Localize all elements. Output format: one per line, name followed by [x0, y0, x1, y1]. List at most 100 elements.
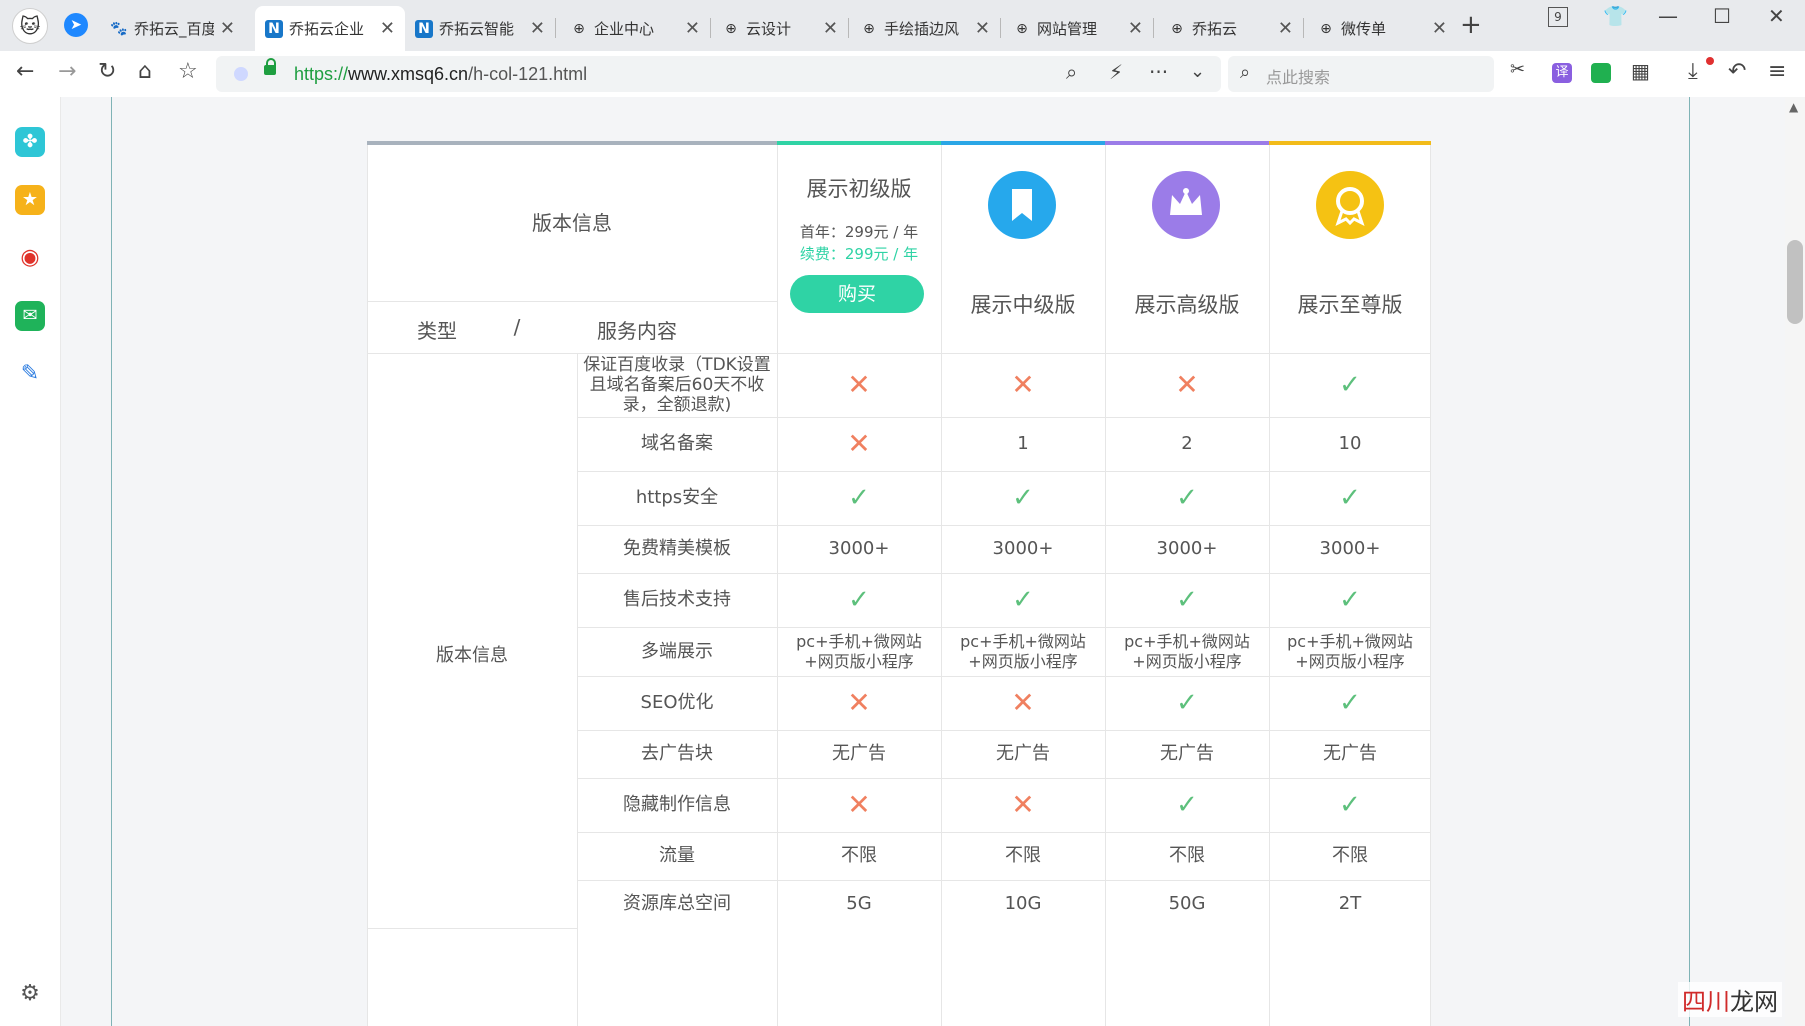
- header-divider: [367, 353, 777, 354]
- undo-close-tab-icon[interactable]: ↶: [1728, 59, 1746, 84]
- page-viewport: 版本信息 类型 / 服务内容 展示初级版 首年：299元 / 年 续费：299元…: [61, 97, 1785, 1026]
- note-icon[interactable]: ✎: [15, 359, 45, 389]
- url-text[interactable]: https://www.xmsq6.cn/h-col-121.html: [294, 64, 587, 85]
- tab-1[interactable]: N 乔拓云企业 ✕: [255, 6, 405, 51]
- value-cell: 10: [1338, 433, 1362, 454]
- scissors-icon[interactable]: ✂: [1510, 59, 1525, 80]
- mail-icon[interactable]: ✉: [15, 301, 45, 331]
- globe-icon: ⊕: [1016, 20, 1028, 37]
- url-path: /h-col-121.html: [468, 64, 588, 84]
- more-icon[interactable]: ···: [1149, 60, 1168, 84]
- search-box[interactable]: ⌕ 点此搜索: [1228, 56, 1494, 92]
- value-cell: 不限: [841, 845, 877, 866]
- tab-4[interactable]: ⊕ 云设计 ✕: [712, 6, 848, 51]
- value-cell: pc+手机+微网站+网页版小程序: [1124, 631, 1250, 671]
- group-label: 版本信息: [436, 644, 508, 666]
- close-tab-icon[interactable]: ✕: [1278, 18, 1293, 39]
- minimize-button[interactable]: —: [1658, 4, 1678, 28]
- skin-icon[interactable]: 👕: [1603, 4, 1628, 28]
- check-icon: ✓: [1339, 585, 1361, 615]
- cross-icon: ✕: [847, 788, 871, 821]
- tab-title: 云设计: [746, 20, 792, 38]
- check-icon: ✓: [1339, 483, 1361, 513]
- clover-icon[interactable]: ✤: [15, 127, 45, 157]
- close-tab-icon[interactable]: ✕: [530, 18, 545, 39]
- site-info-icon[interactable]: [234, 67, 248, 81]
- feature-label: 流量: [659, 845, 695, 866]
- close-tab-icon[interactable]: ✕: [685, 18, 700, 39]
- globe-icon: ⊕: [573, 20, 585, 37]
- value-cell: 不限: [1169, 845, 1205, 866]
- close-tab-icon[interactable]: ✕: [220, 18, 235, 39]
- address-bar[interactable]: https://www.xmsq6.cn/h-col-121.html ⌕ ⚡ …: [216, 56, 1221, 92]
- tab-7[interactable]: ⊕ 乔拓云 ✕: [1158, 6, 1303, 51]
- value-cell: 2T: [1338, 893, 1362, 914]
- back-button[interactable]: ←: [16, 59, 34, 84]
- cross-icon: ✕: [1011, 788, 1035, 821]
- value-cell: 10G: [1004, 893, 1042, 914]
- renewal-price: 续费：299元 / 年: [799, 245, 919, 263]
- new-tab-button[interactable]: +: [1460, 10, 1482, 40]
- plan-name-mid: 展示中级版: [970, 293, 1076, 317]
- cross-icon: ✕: [1011, 368, 1035, 401]
- navigation-bar: ← → ↻ ⌂ ☆ https://www.xmsq6.cn/h-col-121…: [0, 51, 1805, 98]
- tab-2[interactable]: N 乔拓云智能 ✕: [405, 6, 555, 51]
- browser-logo-icon[interactable]: 🐱: [12, 8, 48, 44]
- plan-name-supreme: 展示至尊版: [1297, 293, 1403, 317]
- type-label: 类型: [417, 319, 457, 343]
- weibo-icon[interactable]: ◉: [15, 243, 45, 273]
- check-icon: ✓: [1012, 483, 1034, 513]
- home-button[interactable]: ⌂: [138, 59, 152, 84]
- buy-button[interactable]: 购买: [790, 275, 924, 313]
- translate-icon[interactable]: 译: [1552, 63, 1572, 83]
- plan-name-basic: 展示初级版: [806, 177, 912, 201]
- tab-separator: [848, 18, 849, 38]
- value-cell: 不限: [1005, 845, 1041, 866]
- close-window-button[interactable]: ✕: [1768, 4, 1785, 28]
- download-icon[interactable]: ⤓: [1688, 59, 1698, 84]
- star-icon[interactable]: ★: [15, 185, 45, 215]
- search-input[interactable]: 点此搜索: [1266, 64, 1330, 88]
- settings-gear-icon[interactable]: ⚙: [15, 979, 45, 1009]
- value-cell: 无广告: [996, 743, 1050, 764]
- tab-0[interactable]: 🐾 乔拓云_百度 ✕: [100, 6, 245, 51]
- header-title: 版本信息: [532, 211, 612, 235]
- award-icon: [1316, 171, 1384, 239]
- scrollbar-thumb[interactable]: [1787, 240, 1803, 324]
- scroll-up-arrow-icon[interactable]: ▲: [1789, 100, 1798, 114]
- check-icon: ✓: [1012, 585, 1034, 615]
- scrollbar[interactable]: [1785, 97, 1805, 1026]
- tab-8[interactable]: ⊕ 微传单 ✕: [1307, 6, 1457, 51]
- close-tab-icon[interactable]: ✕: [1432, 18, 1447, 39]
- apps-grid-icon[interactable]: ▦: [1631, 59, 1650, 83]
- check-icon: ✓: [1176, 790, 1198, 820]
- first-year-price: 首年：299元 / 年: [799, 223, 919, 241]
- favorites-icon[interactable]: ☆: [178, 59, 198, 84]
- tab-6[interactable]: ⊕ 网站管理 ✕: [1003, 6, 1153, 51]
- reader-icon[interactable]: [1591, 63, 1611, 83]
- tab-3[interactable]: ⊕ 企业中心 ✕: [560, 6, 710, 51]
- globe-icon: ⊕: [863, 20, 875, 37]
- lightning-icon[interactable]: ⚡: [1109, 60, 1123, 84]
- close-tab-icon[interactable]: ✕: [1128, 18, 1143, 39]
- close-tab-icon[interactable]: ✕: [823, 18, 838, 39]
- tab-5[interactable]: ⊕ 手绘插边风 ✕: [850, 6, 1000, 51]
- n-logo-icon: N: [415, 19, 433, 38]
- value-cell: 1: [1017, 433, 1029, 454]
- value-cell: 3000+: [992, 538, 1054, 559]
- zoom-icon[interactable]: ⌕: [1066, 60, 1077, 84]
- cross-icon: ✕: [1011, 686, 1035, 719]
- chevron-down-icon[interactable]: ⌄: [1190, 61, 1205, 82]
- group-divider: [367, 928, 577, 929]
- tab-title: 企业中心: [594, 20, 655, 38]
- forward-button[interactable]: →: [58, 59, 76, 84]
- close-tab-icon[interactable]: ✕: [975, 18, 990, 39]
- tab-title: 微传单: [1341, 20, 1387, 38]
- close-tab-icon[interactable]: ✕: [380, 18, 395, 39]
- menu-icon[interactable]: ≡: [1768, 59, 1786, 84]
- divider: [367, 301, 777, 302]
- tab-count-badge[interactable]: 9: [1548, 7, 1568, 27]
- pinned-tab-icon[interactable]: ➤: [64, 13, 88, 37]
- maximize-button[interactable]: ☐: [1713, 4, 1731, 28]
- reload-button[interactable]: ↻: [98, 59, 116, 84]
